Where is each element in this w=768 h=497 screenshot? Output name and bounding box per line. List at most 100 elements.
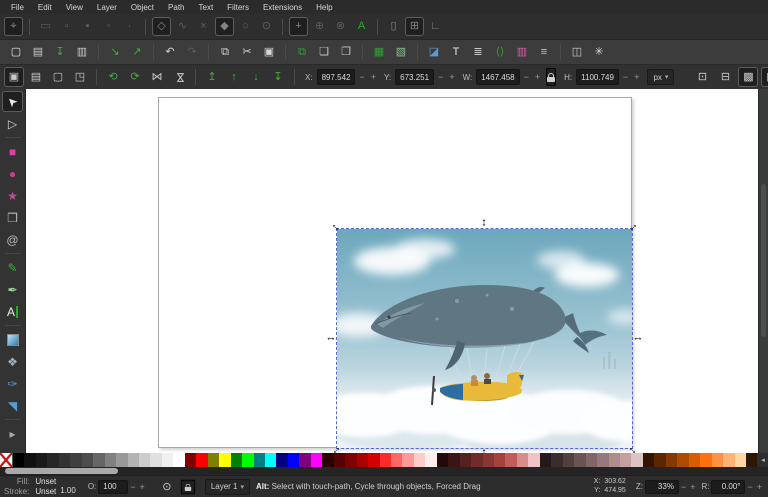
swatch-52[interactable] (597, 453, 609, 467)
swatch-20[interactable] (230, 453, 243, 467)
h-plus-button[interactable]: + (632, 72, 641, 82)
swatch-38[interactable] (436, 453, 449, 467)
snap-nodes-button[interactable]: ◇ (152, 17, 171, 36)
swatch-42[interactable] (482, 453, 495, 467)
scale-handle-w[interactable]: ↔ (326, 332, 337, 344)
w-minus-button[interactable]: − (522, 72, 531, 82)
star-tool-button[interactable]: ★ (2, 185, 23, 206)
snap-bbox-centers-button[interactable]: ∙ (120, 17, 139, 36)
snap-bbox-button[interactable]: ▭ (36, 17, 55, 36)
flip-horizontal-button[interactable]: ⋈ (147, 67, 167, 87)
swatch-43[interactable] (494, 453, 506, 467)
snap-page-border-button[interactable]: ▯ (384, 17, 403, 36)
spiral-tool-button[interactable]: @ (2, 229, 23, 250)
swatch-65[interactable] (746, 453, 758, 467)
paint-bucket-tool-button[interactable]: ◥ (2, 395, 23, 416)
zoom-field[interactable]: 33% (644, 479, 679, 494)
swatch-46[interactable] (528, 453, 540, 467)
canvas[interactable]: ↔ ↕ ↔ ↔ ↔ ↔ ↕ ↔ (26, 89, 758, 453)
swatch-59[interactable] (677, 453, 689, 467)
y-plus-button[interactable]: + (447, 72, 456, 82)
swatch-22[interactable] (253, 453, 265, 467)
snap-path-intersections-button[interactable]: × (194, 17, 213, 36)
swatch-23[interactable] (264, 453, 277, 467)
swatch-3[interactable] (35, 453, 48, 467)
swatch-none[interactable] (0, 453, 13, 467)
swatch-45[interactable] (516, 453, 529, 467)
menu-path[interactable]: Path (161, 2, 191, 13)
menu-help[interactable]: Help (309, 2, 339, 13)
swatch-26[interactable] (299, 453, 311, 467)
palette-scroll-left-icon[interactable]: ◂ (757, 453, 768, 467)
menu-file[interactable]: File (4, 2, 31, 13)
vertical-scrollbar[interactable] (758, 89, 768, 453)
swatch-36[interactable] (413, 453, 426, 467)
lower-to-bottom-button[interactable]: ↧ (268, 67, 288, 87)
w-plus-button[interactable]: + (533, 72, 542, 82)
swatch-24[interactable] (276, 453, 288, 467)
swatch-34[interactable] (390, 453, 403, 467)
swatch-57[interactable] (654, 453, 666, 467)
swatches-dialog-button[interactable]: ▥ (512, 42, 532, 62)
swatch-25[interactable] (287, 453, 300, 467)
swatch-64[interactable] (734, 453, 746, 467)
swatch-39[interactable] (448, 453, 460, 467)
snap-smooth-nodes-button[interactable]: ○ (236, 17, 255, 36)
ellipse-tool-button[interactable]: ● (2, 163, 23, 184)
swatch-28[interactable] (322, 453, 334, 467)
mesh-gradient-tool-button[interactable]: ❖ (2, 351, 23, 372)
group-button[interactable]: ▦ (369, 42, 389, 62)
calligraphy-tool-button[interactable]: ✒ (2, 279, 23, 300)
snap-cusp-nodes-button[interactable]: ◆ (215, 17, 234, 36)
swatch-8[interactable] (93, 453, 105, 467)
scale-handle-s[interactable]: ↕ (481, 447, 487, 453)
snap-rotation-centers-button[interactable]: ⊗ (331, 17, 350, 36)
document-open-button[interactable]: ▤ (28, 42, 48, 62)
swatch-2[interactable] (24, 453, 36, 467)
preferences-button[interactable]: ✳ (589, 42, 609, 62)
swatch-54[interactable] (620, 453, 632, 467)
swatch-44[interactable] (505, 453, 517, 467)
swatch-61[interactable] (700, 453, 712, 467)
raise-button[interactable]: ↑ (224, 67, 244, 87)
swatch-9[interactable] (104, 453, 117, 467)
raise-to-top-button[interactable]: ↥ (202, 67, 222, 87)
rectangle-tool-button[interactable]: ■ (2, 141, 23, 162)
snap-midpoints-button[interactable]: ⊙ (257, 17, 276, 36)
document-save-button[interactable]: ↧ (50, 42, 70, 62)
layers-dialog-button[interactable]: ≣ (468, 42, 488, 62)
lower-button[interactable]: ↓ (246, 67, 266, 87)
swatch-56[interactable] (642, 453, 655, 467)
snap-text-baselines-button[interactable]: A (352, 17, 371, 36)
swatch-35[interactable] (402, 453, 414, 467)
fill-stroke-dialog-button[interactable]: ◪ (424, 42, 444, 62)
swatch-14[interactable] (161, 453, 174, 467)
rotate-90-cw-button[interactable]: ⟳ (125, 67, 145, 87)
snap-guides-button[interactable]: ∟ (426, 17, 445, 36)
swatch-33[interactable] (379, 453, 391, 467)
swatch-47[interactable] (539, 453, 552, 467)
dropper-tool-button[interactable]: ✑ (2, 373, 23, 394)
swatch-19[interactable] (219, 453, 231, 467)
height-field[interactable]: 1100.749 (576, 69, 619, 85)
scale-handle-e[interactable]: ↔ (633, 332, 644, 344)
flip-vertical-button[interactable]: ⋈ (169, 67, 189, 87)
swatch-5[interactable] (58, 453, 71, 467)
transform-patterns-toggle-button[interactable]: ▦ (761, 67, 768, 87)
swatch-41[interactable] (471, 453, 483, 467)
scale-handle-n[interactable]: ↕ (481, 217, 487, 229)
swatch-16[interactable] (184, 453, 197, 467)
text-dialog-button[interactable]: T (446, 42, 466, 62)
y-minus-button[interactable]: − (436, 72, 445, 82)
swatch-7[interactable] (81, 453, 94, 467)
swatch-49[interactable] (562, 453, 575, 467)
opacity-minus-button[interactable]: − (128, 482, 137, 492)
lock-ratio-button[interactable] (546, 68, 557, 86)
h-minus-button[interactable]: − (621, 72, 630, 82)
pencil-tool-button[interactable]: ✎ (2, 257, 23, 278)
swatch-53[interactable] (608, 453, 621, 467)
swatch-63[interactable] (723, 453, 735, 467)
unlink-clone-button[interactable]: ❐ (336, 42, 356, 62)
snap-bbox-edges-button[interactable]: ▫ (57, 17, 76, 36)
swatch-62[interactable] (711, 453, 724, 467)
